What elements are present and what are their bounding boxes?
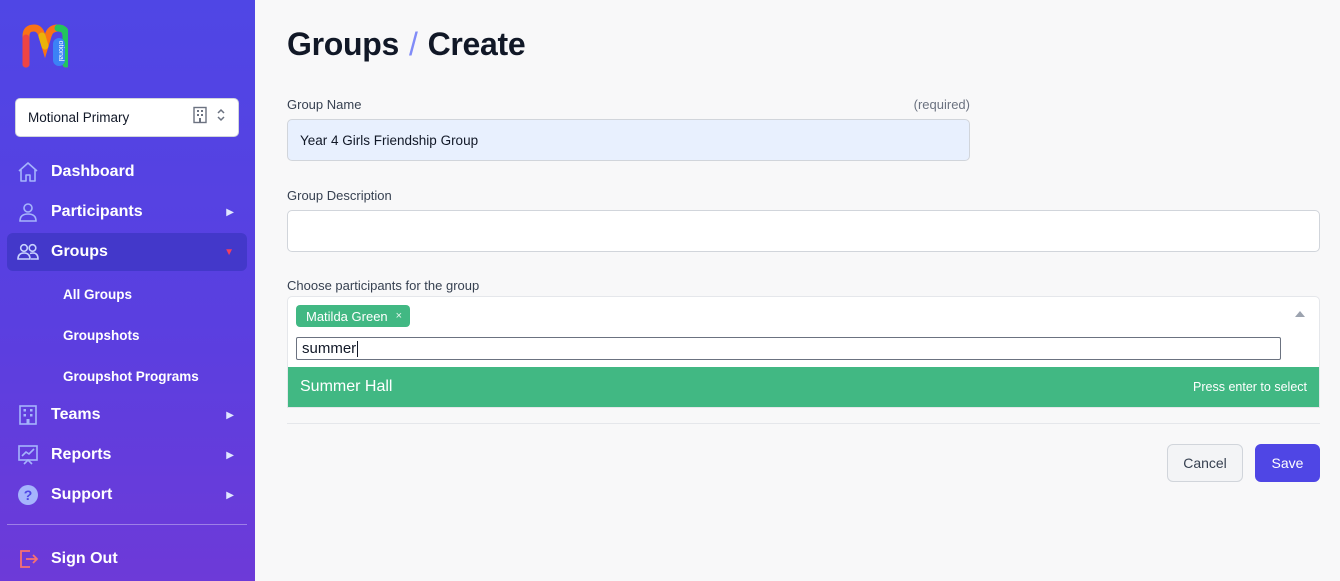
nav-participants[interactable]: Participants ▶ xyxy=(7,193,247,231)
option-label: Summer Hall xyxy=(300,378,393,395)
participant-tag: Matilda Green × xyxy=(296,305,411,327)
page-title: Groups / Create xyxy=(287,26,526,63)
tag-remove-icon[interactable]: × xyxy=(396,310,402,322)
text-cursor xyxy=(357,340,359,357)
participants-multiselect[interactable]: Matilda Green × summer Summer Hall Press… xyxy=(287,296,1320,408)
nav-reports-label: Reports xyxy=(51,446,112,463)
breadcrumb-separator: / xyxy=(408,26,418,62)
building-icon xyxy=(192,106,208,129)
group-description-input[interactable] xyxy=(287,210,1320,252)
save-button[interactable]: Save xyxy=(1255,444,1320,482)
building-icon xyxy=(16,403,40,427)
expand-caret-icon: ▶ xyxy=(226,409,234,421)
motional-logo[interactable]: otional xyxy=(22,24,70,68)
main-content: Groups / Create Group Name (required) Year… xyxy=(255,0,1340,581)
required-indicator: (required) xyxy=(913,97,970,112)
group-description-label: Group Description xyxy=(287,188,392,203)
nav-support-label: Support xyxy=(51,486,113,503)
participant-search-value: summer xyxy=(302,340,357,357)
dropdown-option[interactable]: Summer Hall Press enter to select xyxy=(288,367,1319,407)
home-icon xyxy=(16,160,40,184)
expand-caret-icon: ▶ xyxy=(226,489,234,501)
school-selector-label: Motional Primary xyxy=(28,110,130,125)
nav-groupshots[interactable]: Groupshots xyxy=(63,328,140,343)
group-name-value: Year 4 Girls Friendship Group xyxy=(300,132,479,148)
nav-teams-label: Teams xyxy=(51,406,101,423)
nav-dashboard-label: Dashboard xyxy=(51,163,135,180)
nav-reports[interactable]: Reports ▶ xyxy=(7,436,247,474)
collapse-caret-icon: ▼ xyxy=(224,246,234,258)
nav-groups[interactable]: Groups ▼ xyxy=(7,233,247,271)
sidebar: otional Motional Primary Dashboard Parti… xyxy=(0,0,255,581)
option-hint: Press enter to select xyxy=(1193,380,1307,394)
cancel-button[interactable]: Cancel xyxy=(1167,444,1243,482)
sign-out-icon xyxy=(16,547,40,571)
svg-text:?: ? xyxy=(24,487,33,503)
expand-caret-icon: ▶ xyxy=(226,206,234,218)
sidebar-divider xyxy=(7,524,247,525)
participant-search-input[interactable]: summer xyxy=(296,337,1281,360)
question-icon: ? xyxy=(16,483,40,507)
nav-support[interactable]: ? Support ▶ xyxy=(7,476,247,514)
group-name-label: Group Name xyxy=(287,97,362,112)
group-name-input[interactable]: Year 4 Girls Friendship Group xyxy=(287,119,970,161)
nav-participants-label: Participants xyxy=(51,203,143,220)
school-selector[interactable]: Motional Primary xyxy=(15,98,239,137)
chart-icon xyxy=(16,443,40,467)
selector-chevrons-icon xyxy=(216,107,226,128)
participants-label: Choose participants for the group xyxy=(287,278,480,293)
nav-groups-label: Groups xyxy=(51,243,108,260)
nav-dashboard[interactable]: Dashboard xyxy=(7,153,247,191)
logo-text: otional xyxy=(57,41,64,62)
nav-groupshot-programs[interactable]: Groupshot Programs xyxy=(63,369,199,384)
nav-sign-out[interactable]: Sign Out xyxy=(7,540,247,578)
nav-all-groups[interactable]: All Groups xyxy=(63,287,132,302)
nav-sign-out-label: Sign Out xyxy=(51,550,118,567)
breadcrumb-create: Create xyxy=(427,26,526,62)
nav-teams[interactable]: Teams ▶ xyxy=(7,396,247,434)
dropdown-caret-icon[interactable] xyxy=(1295,311,1305,317)
expand-caret-icon: ▶ xyxy=(226,449,234,461)
users-icon xyxy=(16,240,40,264)
form-divider xyxy=(287,423,1320,424)
user-icon xyxy=(16,200,40,224)
participant-tag-label: Matilda Green xyxy=(306,308,388,324)
breadcrumb-groups[interactable]: Groups xyxy=(287,26,399,62)
